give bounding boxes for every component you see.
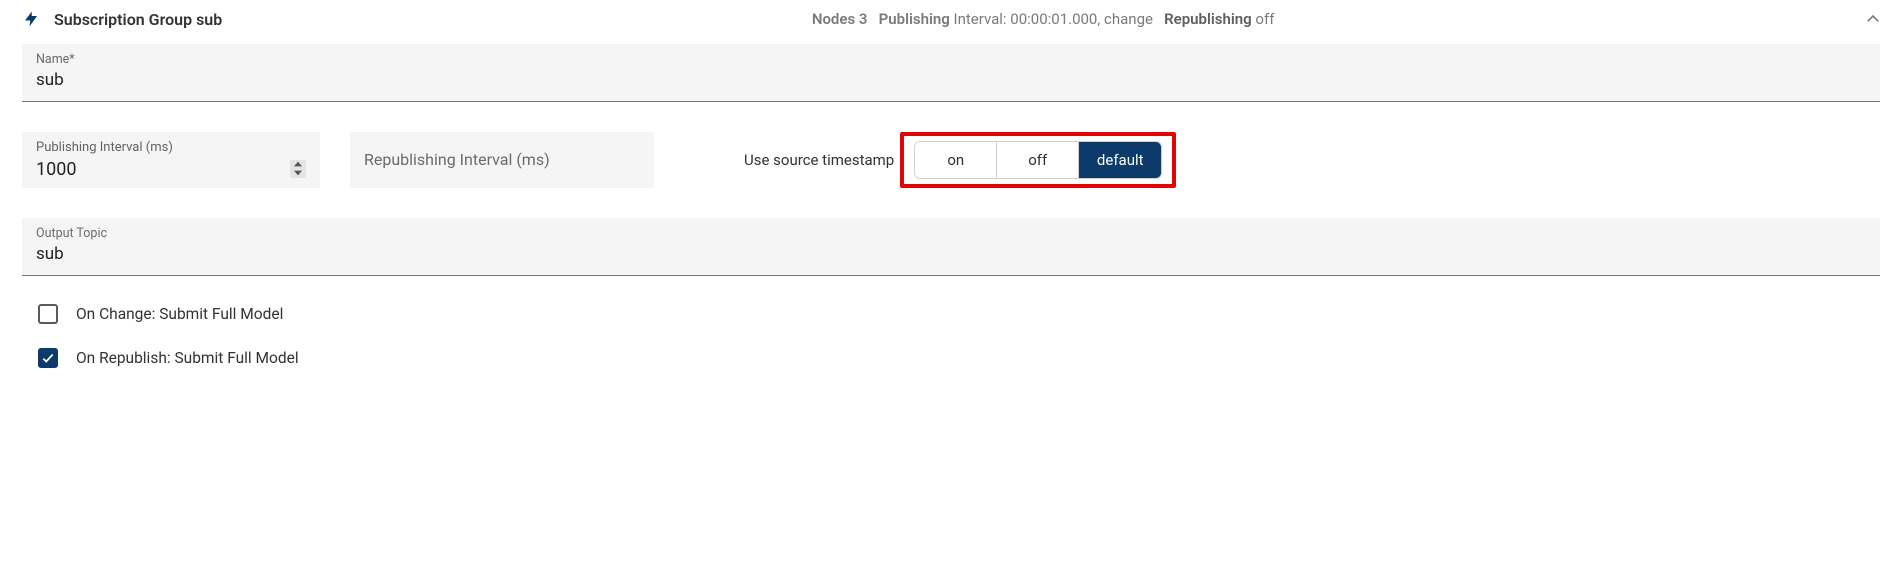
panel-header: Subscription Group sub Nodes 3 Publishin… xyxy=(20,0,1882,44)
on-change-checkbox-row: On Change: Submit Full Model xyxy=(22,304,1880,324)
on-republish-checkbox[interactable] xyxy=(38,348,58,368)
on-republish-label: On Republish: Submit Full Model xyxy=(76,349,299,367)
timestamp-label: Use source timestamp xyxy=(744,151,894,169)
on-change-checkbox[interactable] xyxy=(38,304,58,324)
output-topic-value: sub xyxy=(36,243,1866,267)
on-republish-checkbox-row: On Republish: Submit Full Model xyxy=(22,348,1880,368)
name-field[interactable]: Name* sub xyxy=(22,44,1880,102)
form-area: Name* sub Publishing Interval (ms) 1000 … xyxy=(20,44,1882,368)
republishing-interval-placeholder: Republishing Interval (ms) xyxy=(364,150,550,169)
timestamp-group: Use source timestamp on off default xyxy=(744,132,1176,188)
publishing-interval-field[interactable]: Publishing Interval (ms) 1000 xyxy=(22,132,320,188)
timestamp-option-off[interactable]: off xyxy=(997,142,1079,178)
status-interval-text: Interval: 00:00:01.000, change xyxy=(954,10,1153,28)
status-publishing-label: Publishing xyxy=(879,10,950,28)
timestamp-highlight-box: on off default xyxy=(900,132,1176,188)
status-nodes-count: 3 xyxy=(859,10,868,28)
republishing-interval-field[interactable]: Republishing Interval (ms) xyxy=(350,132,654,188)
status-nodes-label: Nodes xyxy=(812,10,855,28)
timestamp-option-on[interactable]: on xyxy=(915,142,997,178)
publishing-interval-label: Publishing Interval (ms) xyxy=(36,140,306,155)
panel-status: Nodes 3 Publishing Interval: 00:00:01.00… xyxy=(236,10,1850,28)
collapse-toggle[interactable] xyxy=(1864,10,1882,28)
output-topic-field[interactable]: Output Topic sub xyxy=(22,218,1880,276)
status-republishing-value: off xyxy=(1255,10,1274,28)
timestamp-toggle-group: on off default xyxy=(914,141,1162,179)
on-change-label: On Change: Submit Full Model xyxy=(76,305,283,323)
status-republishing-label: Republishing xyxy=(1164,10,1252,28)
interval-row: Publishing Interval (ms) 1000 Republishi… xyxy=(22,132,1880,188)
panel-title: Subscription Group sub xyxy=(54,10,222,29)
spinner-up-icon[interactable] xyxy=(290,160,306,169)
name-label: Name* xyxy=(36,52,1866,67)
lightning-icon xyxy=(22,8,40,30)
spinner-down-icon[interactable] xyxy=(290,169,306,178)
timestamp-option-default[interactable]: default xyxy=(1079,142,1161,178)
publishing-interval-spinner xyxy=(290,160,306,178)
publishing-interval-value: 1000 xyxy=(36,159,306,180)
name-value: sub xyxy=(36,69,1866,93)
output-topic-label: Output Topic xyxy=(36,226,1866,241)
